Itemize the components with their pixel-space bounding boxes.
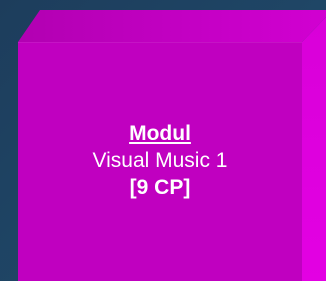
module-name: Visual Music 1 bbox=[92, 149, 228, 172]
module-box: Modul Visual Music 1 [9 CP] bbox=[18, 42, 302, 281]
module-box-label: Modul Visual Music 1 [9 CP] bbox=[18, 120, 302, 201]
module-title: Modul bbox=[129, 122, 191, 145]
module-credits: [9 CP] bbox=[129, 176, 191, 199]
diagram-canvas: Modul Visual Music 1 [9 CP] bbox=[0, 0, 326, 281]
